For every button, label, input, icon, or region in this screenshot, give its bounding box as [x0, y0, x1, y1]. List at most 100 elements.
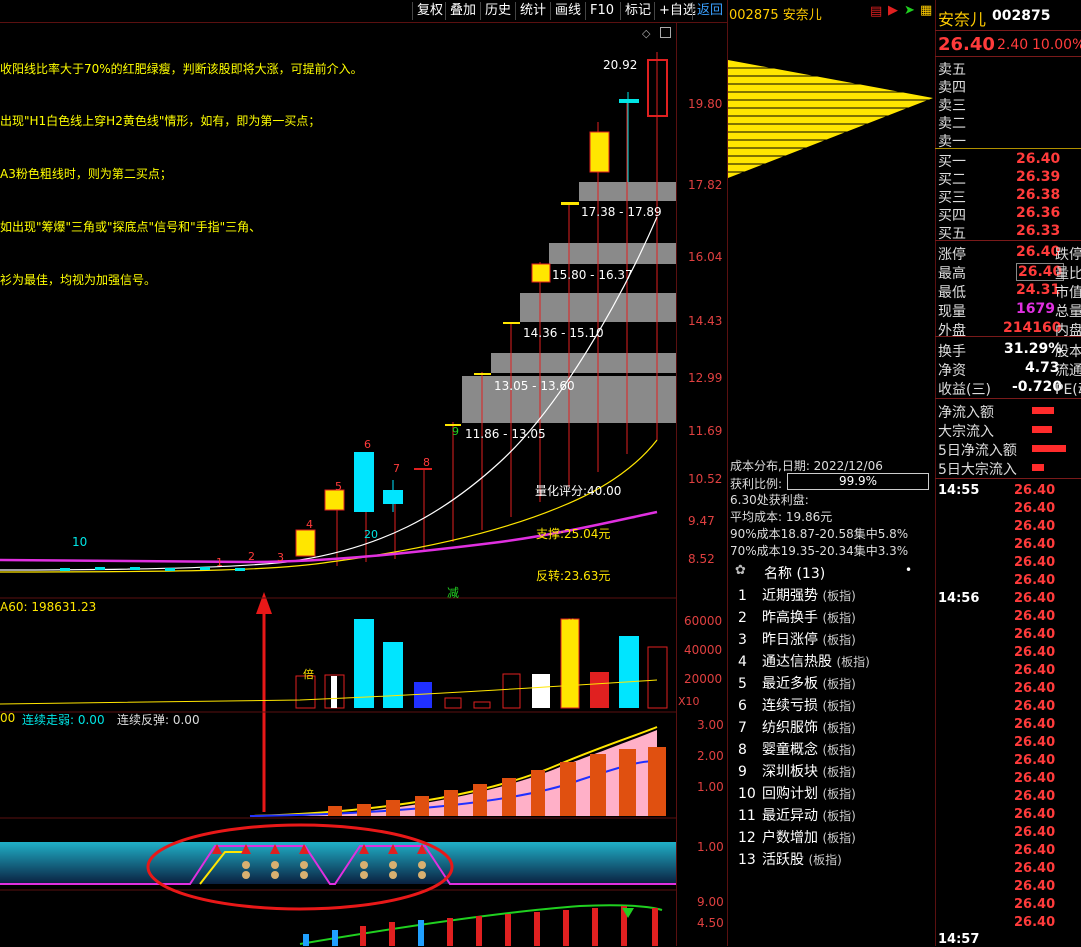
- chip-range-label: 17.38 - 17.89: [581, 205, 662, 219]
- indicator-axis-label: 3.00: [697, 718, 724, 732]
- f10-button[interactable]: F10: [585, 2, 618, 20]
- price-change: 2.40: [997, 37, 1029, 53]
- sector-row[interactable]: 4 通达信热股 (板指): [738, 651, 870, 671]
- restore-rights-button[interactable]: 复权: [412, 2, 447, 20]
- sector-row[interactable]: 6 连续亏损 (板指): [738, 695, 856, 715]
- band-axis-label: 1.00: [697, 840, 724, 854]
- sector-row[interactable]: 12 户数增加 (板指): [738, 827, 856, 847]
- stat-value: 1679: [1016, 301, 1055, 317]
- cost-90: 90%成本18.87-20.58集中5.8%: [730, 527, 909, 541]
- indicator-axis-label: 2.00: [697, 749, 724, 763]
- sector-name: 昨日涨停: [762, 632, 823, 648]
- sector-row[interactable]: 11 最近异动 (板指): [738, 805, 856, 825]
- sector-name: 昨高换手: [762, 610, 823, 626]
- tick-price: 26.40: [1014, 807, 1056, 822]
- candle-number: 6: [364, 438, 371, 451]
- sector-index: 5: [738, 676, 747, 692]
- bottom-bars: [299, 904, 663, 946]
- reduce-marker: 减: [447, 586, 460, 600]
- sector-index: 7: [738, 720, 747, 736]
- price-axis-label: 9.47: [688, 514, 715, 528]
- tick-price: 26.40: [1014, 609, 1056, 624]
- stat-label: 外盘: [938, 323, 966, 339]
- stat-tail: 量比: [1055, 266, 1081, 282]
- tick-price: 26.40: [1014, 771, 1056, 786]
- sector-row[interactable]: 1 近期强势 (板指): [738, 585, 856, 605]
- bid-label: 买三: [938, 190, 966, 206]
- sector-row[interactable]: 2 昨高换手 (板指): [738, 607, 856, 627]
- tick-price: 26.40: [1014, 789, 1056, 804]
- stat-label: 换手: [938, 344, 966, 360]
- sector-index: 1: [738, 588, 747, 604]
- tick-price: 26.40: [1014, 879, 1056, 894]
- stat-label: 最低: [938, 285, 966, 301]
- ask-2: 卖二: [938, 116, 966, 132]
- draw-line-button[interactable]: 画线: [550, 2, 585, 20]
- flag-icon[interactable]: ▶: [888, 3, 898, 18]
- sector-tag: (板指): [822, 589, 856, 603]
- red-arrow-head: [256, 592, 272, 614]
- sector-name: 户数增加: [762, 830, 823, 846]
- tick-price: 26.40: [1014, 591, 1056, 606]
- overlay-button[interactable]: 叠加: [445, 2, 480, 20]
- price-axis-label: 16.04: [688, 250, 723, 264]
- last-price: 26.40: [938, 34, 995, 55]
- settings-gear-icon[interactable]: ✿: [735, 563, 746, 578]
- profit-ratio-bar: 99.9%: [787, 473, 929, 490]
- cost-date: 成本分布,日期: 2022/12/06: [730, 459, 883, 473]
- back-button[interactable]: 返回: [692, 2, 727, 20]
- chip-range-label: 14.36 - 15.10: [523, 326, 604, 340]
- candle-number: 3: [277, 551, 284, 564]
- sector-row[interactable]: 8 婴童概念 (板指): [738, 739, 856, 759]
- sector-row[interactable]: 7 纺织服饰 (板指): [738, 717, 856, 737]
- stat-label: 最高: [938, 266, 966, 282]
- sector-name: 纺织服饰: [762, 720, 823, 736]
- stat-value: 24.31: [1016, 282, 1061, 298]
- indicator-prefix: 00: [0, 711, 16, 725]
- stat-tail: 市值: [1055, 285, 1081, 301]
- sector-row[interactable]: 5 最近多板 (板指): [738, 673, 856, 693]
- report-icon[interactable]: ▤: [870, 4, 882, 19]
- candle-number: 10: [72, 535, 88, 549]
- mark-button[interactable]: 标记: [620, 2, 655, 20]
- double-volume-marker: 倍: [566, 618, 577, 631]
- stock-code: 002875: [992, 8, 1051, 24]
- forward-icon[interactable]: ➤: [904, 3, 915, 18]
- profit-at-label: 6.30处获利盘:: [730, 493, 809, 507]
- volume-axis-label: 40000: [684, 643, 723, 657]
- sector-row[interactable]: 13 活跃股 (板指): [738, 849, 842, 869]
- rebound-streak-label: 连续反弹: 0.00: [117, 713, 200, 727]
- sector-index: 9: [738, 764, 747, 780]
- sector-row[interactable]: 3 昨日涨停 (板指): [738, 629, 856, 649]
- chip-range-label: 15.80 - 16.37: [552, 268, 633, 282]
- block-inflow-label: 大宗流入: [938, 424, 994, 440]
- reversal-label: 反转:23.63元: [536, 569, 611, 583]
- support-label: 支撑:25.04元: [536, 527, 611, 541]
- dot-icon[interactable]: •: [905, 563, 912, 577]
- statistics-button[interactable]: 统计: [515, 2, 550, 20]
- sector-row[interactable]: 9 深圳板块 (板指): [738, 761, 856, 781]
- tick-price: 26.40: [1014, 861, 1056, 876]
- candle-number: 4: [306, 518, 313, 531]
- bottom-axis-label: 9.00: [697, 895, 724, 909]
- volume-axis-label: 20000: [684, 672, 723, 686]
- indicator-axis-label: 1.00: [697, 780, 724, 794]
- axis-divider: [676, 22, 677, 946]
- double-volume-marker: 倍: [303, 668, 314, 681]
- stat-label: 现量: [938, 304, 966, 320]
- avg-cost: 平均成本: 19.86元: [730, 510, 833, 524]
- candle-number: 8: [423, 456, 430, 469]
- layout-icon[interactable]: ▦: [920, 3, 932, 18]
- sector-tag: (板指): [822, 765, 856, 779]
- bid-price: 26.40: [1016, 151, 1061, 167]
- net-inflow-5d-bar: [1032, 445, 1066, 452]
- sector-name: 最近异动: [762, 808, 823, 824]
- stat-label: 收益(三): [938, 382, 991, 398]
- history-button[interactable]: 历史: [480, 2, 515, 20]
- bid-price: 26.38: [1016, 187, 1061, 203]
- candle-number: 9: [452, 425, 459, 438]
- chip-range-label: 13.05 - 13.60: [494, 379, 575, 393]
- sector-row[interactable]: 10 回购计划 (板指): [738, 783, 856, 803]
- sector-name: 近期强势: [762, 588, 823, 604]
- bid-price: 26.33: [1016, 223, 1061, 239]
